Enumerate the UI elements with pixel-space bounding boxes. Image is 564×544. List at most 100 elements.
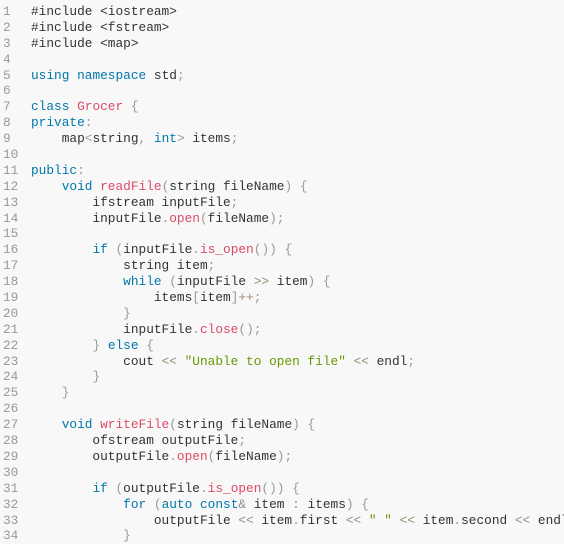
line-number: 3 bbox=[3, 35, 11, 51]
code-line[interactable]: 1 #include <iostream> bbox=[0, 4, 564, 20]
code-line[interactable]: 4 bbox=[0, 52, 564, 68]
line-code: class Grocer { bbox=[31, 99, 139, 115]
code-line[interactable]: 17 string item; bbox=[0, 258, 564, 274]
line-code: items[item]++; bbox=[31, 290, 262, 306]
line-code: public: bbox=[31, 163, 85, 179]
code-text: string fileName bbox=[169, 178, 285, 194]
code-line[interactable]: 29 outputFile.open(fileName); bbox=[0, 449, 564, 465]
punctuation-token: ) bbox=[269, 210, 277, 226]
code-line[interactable]: 3 #include <map> bbox=[0, 36, 564, 52]
code-text: item bbox=[246, 496, 293, 512]
punctuation-token: . bbox=[169, 448, 177, 464]
code-text: string fileName bbox=[176, 417, 293, 433]
line-number: 32 bbox=[3, 496, 19, 512]
code-line[interactable]: 26 bbox=[0, 401, 564, 417]
keyword-token: if bbox=[92, 242, 108, 258]
code-line[interactable]: 15 bbox=[0, 226, 564, 242]
code-line[interactable]: 14 inputFile.open(fileName); bbox=[0, 211, 564, 227]
class-name-token: Grocer bbox=[77, 99, 124, 115]
line-number: 8 bbox=[3, 115, 11, 131]
code-line[interactable]: 11 public: bbox=[0, 163, 564, 179]
code-line[interactable]: 30 bbox=[0, 465, 564, 481]
punctuation-token: . bbox=[292, 512, 300, 528]
line-code: if (outputFile.is_open()) { bbox=[31, 480, 299, 497]
code-text: outputFile bbox=[31, 448, 170, 464]
line-code: for (auto const& item : items) { bbox=[31, 497, 369, 513]
line-number: 18 bbox=[3, 274, 19, 290]
code-line[interactable]: 16 if (inputFile.is_open()) { bbox=[0, 242, 564, 258]
code-line[interactable]: 13 ifstream inputFile; bbox=[0, 195, 564, 211]
line-number: 28 bbox=[3, 433, 19, 449]
code-text: items bbox=[184, 131, 231, 147]
code-line[interactable]: 10 bbox=[0, 147, 564, 163]
keyword-token: class bbox=[31, 99, 70, 115]
punctuation-token: { bbox=[146, 337, 154, 353]
code-text: #include <iostream> bbox=[31, 4, 177, 19]
code-line[interactable]: 34 } bbox=[0, 528, 564, 544]
operator-token: << bbox=[345, 512, 362, 528]
code-line[interactable]: 31 if (outputFile.is_open()) { bbox=[0, 481, 564, 497]
punctuation-token: [ bbox=[192, 290, 200, 306]
code-line[interactable]: 18 while (inputFile >> item) { bbox=[0, 274, 564, 290]
code-text: ofstream outputFile bbox=[31, 433, 239, 449]
code-line[interactable]: 7 class Grocer { bbox=[0, 99, 564, 115]
code-line[interactable]: 22 } else { bbox=[0, 338, 564, 354]
code-line[interactable]: 25 } bbox=[0, 385, 564, 401]
keyword-token: void bbox=[61, 178, 93, 194]
code-line[interactable]: 8 private: bbox=[0, 115, 564, 131]
code-line[interactable]: 27 void writeFile(string fileName) { bbox=[0, 417, 564, 433]
code-text: outputFile bbox=[31, 512, 239, 528]
code-line[interactable]: 21 inputFile.close(); bbox=[0, 322, 564, 338]
punctuation-token: ) bbox=[345, 496, 354, 512]
code-line[interactable]: 28 ofstream outputFile; bbox=[0, 433, 564, 449]
code-line[interactable]: 9 map<string, int> items; bbox=[0, 131, 564, 147]
code-line[interactable]: 5 using namespace std; bbox=[0, 68, 564, 84]
code-line[interactable]: 12 void readFile(string fileName) { bbox=[0, 179, 564, 195]
function-token: is_open bbox=[207, 480, 262, 496]
line-number: 15 bbox=[3, 226, 19, 242]
line-number: 9 bbox=[3, 131, 11, 147]
line-number: 22 bbox=[3, 337, 19, 353]
code-line[interactable]: 33 outputFile << item.first << " " << it… bbox=[0, 513, 564, 529]
punctuation-token: ( bbox=[169, 274, 177, 290]
line-code: map<string, int> items; bbox=[31, 131, 239, 147]
line-number: 19 bbox=[3, 290, 19, 306]
code-line[interactable]: 23 cout << "Unable to open file" << endl… bbox=[0, 354, 564, 370]
code-line[interactable]: 19 items[item]++; bbox=[0, 290, 564, 306]
operator-token: : bbox=[292, 496, 300, 512]
line-number: 12 bbox=[3, 178, 19, 194]
line-code: #include <map> bbox=[31, 36, 139, 52]
line-code: outputFile.open(fileName); bbox=[31, 449, 292, 465]
line-number: 13 bbox=[3, 194, 19, 210]
code-line[interactable]: 24 } bbox=[0, 369, 564, 385]
function-token: close bbox=[199, 321, 239, 337]
punctuation-token: ) bbox=[269, 242, 277, 258]
keyword-token: void bbox=[61, 417, 93, 433]
code-line[interactable]: 20 } bbox=[0, 306, 564, 322]
punctuation-token: : bbox=[77, 162, 85, 178]
code-editor[interactable]: 1 #include <iostream> 2 #include <fstream> 3… bbox=[0, 0, 564, 543]
keyword-token: while bbox=[123, 274, 162, 290]
line-code: inputFile.open(fileName); bbox=[31, 211, 284, 227]
function-token: is_open bbox=[199, 242, 254, 258]
code-line[interactable]: 32 for (auto const& item : items) { bbox=[0, 497, 564, 513]
string-token: "Unable to open file" bbox=[184, 353, 346, 369]
code-text: inputFile bbox=[123, 242, 193, 258]
punctuation-token: ( bbox=[169, 417, 177, 433]
keyword-token: for bbox=[123, 496, 147, 512]
code-line[interactable]: 6 bbox=[0, 83, 564, 99]
code-line[interactable]: 2 #include <fstream> bbox=[0, 20, 564, 36]
